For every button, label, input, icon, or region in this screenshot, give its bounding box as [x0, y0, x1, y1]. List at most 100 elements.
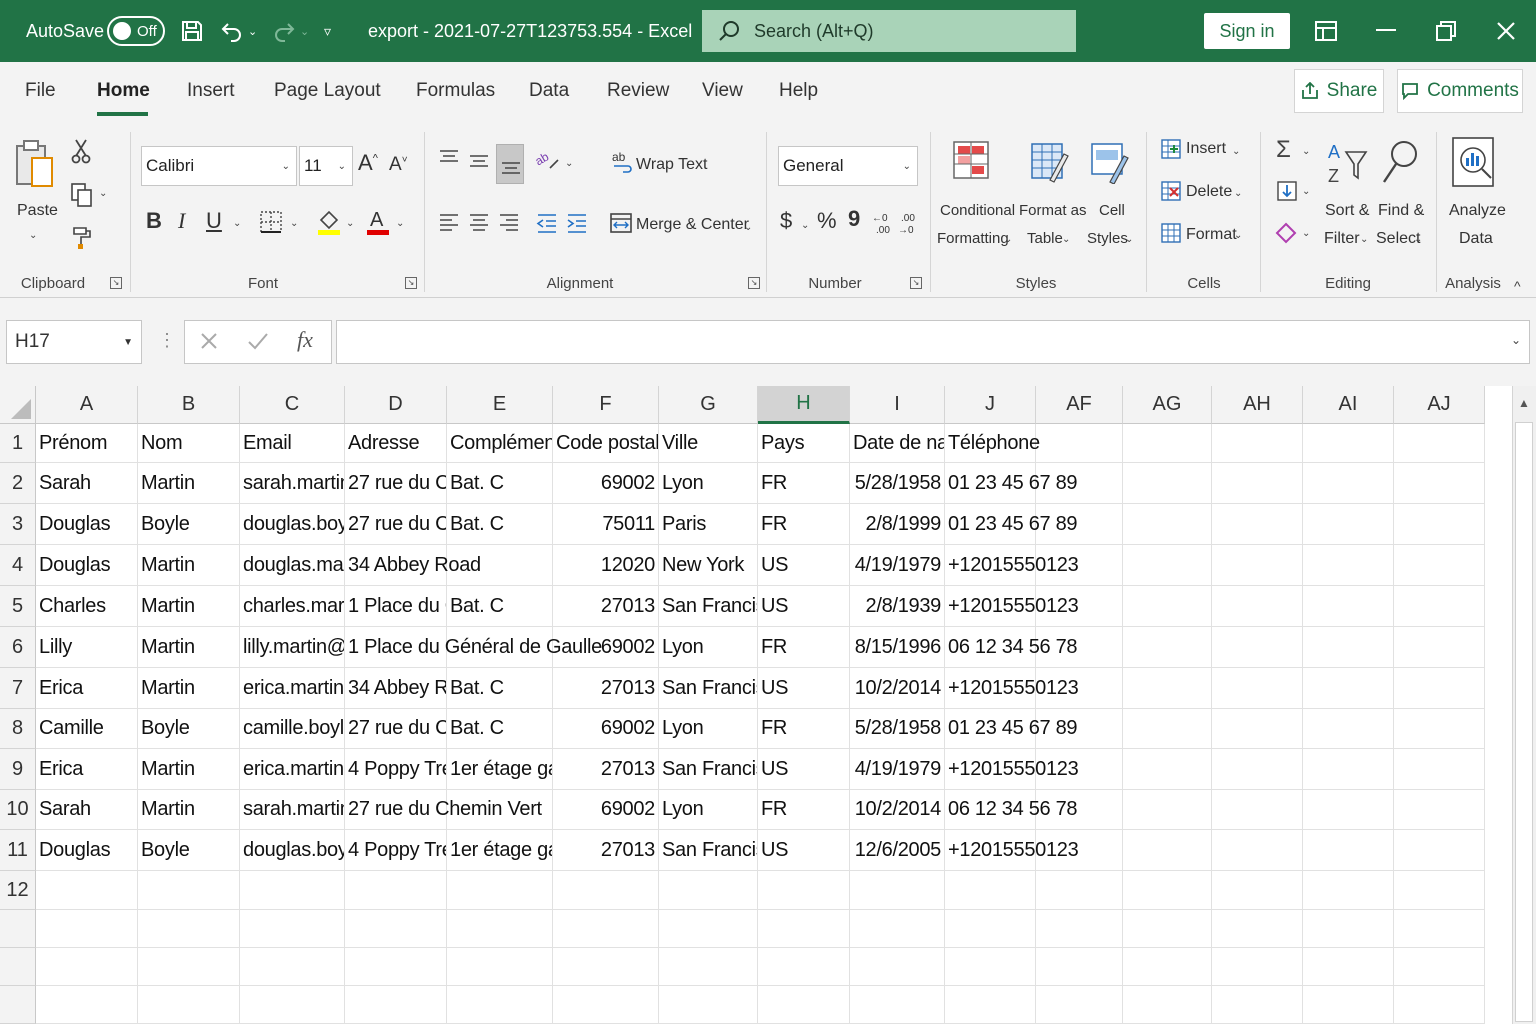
cell[interactable]: [1212, 948, 1303, 986]
cell[interactable]: [553, 948, 659, 986]
cell[interactable]: [138, 910, 240, 948]
cell[interactable]: sarah.martin@: [240, 463, 345, 504]
cell-styles-icon[interactable]: [1090, 140, 1132, 189]
row-header[interactable]: 1: [0, 424, 36, 463]
cell[interactable]: [1303, 504, 1394, 545]
cell[interactable]: 06 12 34 56 78: [945, 627, 1078, 668]
cell[interactable]: [1123, 586, 1212, 627]
number-launcher-icon[interactable]: ↘: [910, 277, 922, 289]
cell[interactable]: Boyle: [138, 504, 240, 545]
vertical-scrollbar[interactable]: ▲: [1512, 386, 1536, 1024]
cell[interactable]: [1123, 627, 1212, 668]
cell[interactable]: 27 rue du Ch: [345, 504, 447, 545]
cell[interactable]: [1303, 668, 1394, 709]
cell[interactable]: [1212, 709, 1303, 749]
cell[interactable]: [1212, 627, 1303, 668]
cell[interactable]: 27013: [553, 749, 659, 790]
cell[interactable]: [1303, 463, 1394, 504]
row-header[interactable]: 2: [0, 463, 36, 504]
row-header[interactable]: 11: [0, 830, 36, 871]
cell[interactable]: [1394, 586, 1485, 627]
expand-formula-icon[interactable]: ⌄: [1511, 333, 1521, 347]
cell[interactable]: [1303, 830, 1394, 871]
cell[interactable]: 06 12 34 56 78: [945, 790, 1078, 830]
row-header[interactable]: 10: [0, 790, 36, 830]
tab-file[interactable]: File: [25, 80, 56, 102]
cell[interactable]: FR: [758, 504, 850, 545]
cell[interactable]: [1394, 948, 1485, 986]
scroll-thumb[interactable]: [1515, 422, 1533, 1022]
column-header-d[interactable]: D: [345, 386, 447, 424]
cell[interactable]: [553, 910, 659, 948]
row-header[interactable]: 8: [0, 709, 36, 749]
cell[interactable]: [1123, 910, 1212, 948]
row-header[interactable]: 6: [0, 627, 36, 668]
cell[interactable]: douglas.boyle: [240, 830, 345, 871]
align-middle-icon[interactable]: [468, 152, 490, 177]
cell[interactable]: Martin: [138, 790, 240, 830]
decrease-indent-icon[interactable]: [536, 212, 558, 239]
spreadsheet-grid[interactable]: A B C D E F G H I J AF AG AH AI AJ 1 Prénom Nom Email Adres…: [0, 386, 1512, 1024]
cell[interactable]: Sarah: [36, 790, 138, 830]
font-name-select[interactable]: Calibri ⌄: [141, 146, 297, 186]
cell[interactable]: Téléphone: [945, 424, 1040, 463]
cell[interactable]: [1123, 463, 1212, 504]
cell[interactable]: [1123, 830, 1212, 871]
fill-icon[interactable]: [1276, 180, 1298, 207]
cell[interactable]: [1212, 668, 1303, 709]
cell[interactable]: Erica: [36, 668, 138, 709]
align-right-icon[interactable]: [498, 212, 520, 239]
tab-home[interactable]: Home: [97, 80, 150, 102]
cell[interactable]: Douglas: [36, 830, 138, 871]
accounting-dropdown-icon[interactable]: ⌄: [801, 220, 809, 231]
format-cells-button[interactable]: Format: [1186, 226, 1237, 244]
cell[interactable]: [36, 871, 138, 910]
cell[interactable]: San Francisco: [659, 830, 758, 871]
cell[interactable]: [850, 948, 945, 986]
cell[interactable]: Bat. C: [447, 463, 553, 504]
format-as-table-label-2[interactable]: Table: [1027, 230, 1063, 247]
cell[interactable]: 1er étage gau: [447, 830, 553, 871]
cell[interactable]: Lyon: [659, 463, 758, 504]
tab-help[interactable]: Help: [779, 80, 818, 102]
column-header-af[interactable]: AF: [1036, 386, 1123, 424]
cell[interactable]: camille.boyle: [240, 709, 345, 749]
cell[interactable]: FR: [758, 790, 850, 830]
cell[interactable]: [1123, 424, 1212, 463]
row-header[interactable]: [0, 986, 36, 1024]
cell[interactable]: Martin: [138, 586, 240, 627]
cell[interactable]: Martin: [138, 545, 240, 586]
cell[interactable]: Douglas: [36, 545, 138, 586]
cell[interactable]: [345, 871, 447, 910]
cell[interactable]: [345, 910, 447, 948]
cell[interactable]: Camille: [36, 709, 138, 749]
format-painter-icon[interactable]: [70, 224, 94, 255]
column-header-h[interactable]: H: [758, 386, 850, 424]
cell[interactable]: [1212, 790, 1303, 830]
cell[interactable]: [1212, 910, 1303, 948]
cell[interactable]: 5/28/1958: [850, 463, 945, 504]
cell[interactable]: [1303, 627, 1394, 668]
cell[interactable]: Adresse: [345, 424, 447, 463]
customize-qat-icon[interactable]: ▿: [324, 0, 331, 62]
cell[interactable]: 34 Abbey Road: [345, 545, 481, 586]
cell[interactable]: Lyon: [659, 709, 758, 749]
undo-icon[interactable]: [220, 0, 244, 62]
cell[interactable]: [659, 910, 758, 948]
cell[interactable]: [758, 948, 850, 986]
cell[interactable]: 10/2/2014: [850, 668, 945, 709]
cell[interactable]: [1212, 424, 1303, 463]
copy-icon[interactable]: [70, 182, 94, 213]
cell[interactable]: Ville: [659, 424, 758, 463]
cell[interactable]: [945, 871, 1036, 910]
cell[interactable]: [850, 910, 945, 948]
format-cells-icon[interactable]: [1160, 222, 1182, 249]
cell[interactable]: 69002: [553, 463, 659, 504]
cell[interactable]: New York: [659, 545, 758, 586]
conditional-formatting-label[interactable]: Conditional: [940, 202, 1015, 219]
row-header[interactable]: 3: [0, 504, 36, 545]
scroll-up-icon[interactable]: ▲: [1518, 396, 1530, 410]
row-header[interactable]: [0, 948, 36, 986]
cell[interactable]: douglas.boyle: [240, 504, 345, 545]
cell[interactable]: [1123, 709, 1212, 749]
